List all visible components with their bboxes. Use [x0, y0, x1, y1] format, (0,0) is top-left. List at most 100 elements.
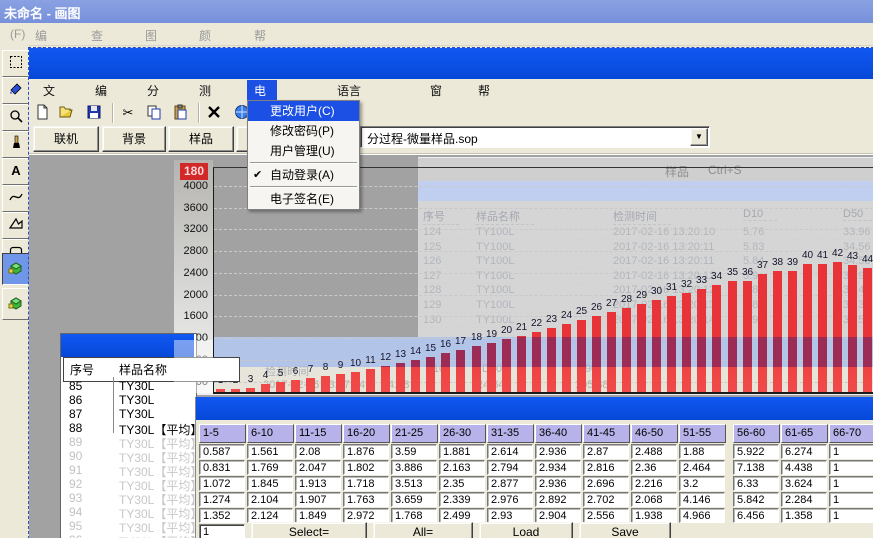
brush-tool[interactable] — [2, 131, 30, 158]
data-cell[interactable]: 1 — [829, 476, 873, 491]
data-cell[interactable]: 5.922 — [733, 444, 779, 459]
select-button[interactable]: Select= — [251, 522, 367, 538]
new-toolbar-button[interactable] — [34, 104, 52, 122]
data-cell[interactable]: 1.938 — [631, 508, 677, 523]
data-cell[interactable]: 6.274 — [781, 444, 827, 459]
app-titlebar[interactable] — [29, 48, 873, 79]
paint-titlebar[interactable]: 未命名 - 画图 — [0, 0, 873, 23]
data-cell[interactable]: 2.488 — [631, 444, 677, 459]
data-cell[interactable]: 1.072 — [199, 476, 245, 491]
paste-toolbar-button[interactable] — [172, 104, 190, 122]
save-button[interactable]: Save — [579, 522, 671, 538]
data-cell[interactable]: 2.35 — [439, 476, 485, 491]
data-cell[interactable]: 1.845 — [247, 476, 293, 491]
data-cell[interactable]: 1.876 — [343, 444, 389, 459]
polygon-tool[interactable] — [2, 212, 30, 239]
data-cell[interactable]: 4.438 — [781, 460, 827, 475]
count-input[interactable]: 1 — [199, 524, 245, 538]
sop-combobox[interactable]: 分过程-微量样品.sop ▼ — [360, 126, 710, 148]
data-cell[interactable]: 2.87 — [583, 444, 629, 459]
data-cell[interactable]: 2.556 — [583, 508, 629, 523]
data-cell[interactable]: 4.146 — [679, 492, 725, 507]
data-cell[interactable]: 1.849 — [295, 508, 341, 523]
esign-menu-item-0[interactable]: 更改用户(C) — [248, 101, 359, 121]
cube-tool-selected[interactable] — [2, 253, 30, 285]
sample-button[interactable]: 样品 — [168, 126, 234, 152]
data-cell[interactable]: 2.892 — [535, 492, 581, 507]
data-cell[interactable]: 2.047 — [295, 460, 341, 475]
data-cell[interactable]: 3.659 — [391, 492, 437, 507]
text-tool[interactable]: A — [2, 158, 30, 185]
cut-toolbar-button[interactable]: ✂ — [120, 104, 138, 122]
data-cell[interactable]: 1.274 — [199, 492, 245, 507]
data-cell[interactable]: 1.907 — [295, 492, 341, 507]
data-cell[interactable]: 2.877 — [487, 476, 533, 491]
data-cell[interactable]: 2.816 — [583, 460, 629, 475]
data-cell[interactable]: 3.59 — [391, 444, 437, 459]
data-cell[interactable]: 2.284 — [781, 492, 827, 507]
data-cell[interactable]: 3.513 — [391, 476, 437, 491]
data-cell[interactable]: 2.93 — [487, 508, 533, 523]
data-cell[interactable]: 4.966 — [679, 508, 725, 523]
select-tool[interactable] — [2, 50, 30, 77]
cube-tool[interactable] — [2, 288, 30, 320]
fill-tool[interactable] — [2, 77, 30, 104]
online-button[interactable]: 联机 — [33, 126, 99, 152]
save-toolbar-button[interactable] — [86, 104, 104, 122]
data-cell[interactable]: 2.934 — [535, 460, 581, 475]
all-button[interactable]: All= — [373, 522, 473, 538]
data-cell[interactable]: 1 — [829, 444, 873, 459]
esign-menu-item-1[interactable]: 修改密码(P) — [248, 121, 359, 141]
data-cell[interactable]: 2.936 — [535, 444, 581, 459]
data-cell[interactable]: 2.068 — [631, 492, 677, 507]
data-cell[interactable]: 1.913 — [295, 476, 341, 491]
chevron-down-icon[interactable]: ▼ — [690, 128, 708, 146]
data-cell[interactable]: 1 — [829, 508, 873, 523]
data-cell[interactable]: 1 — [829, 492, 873, 507]
data-cell[interactable]: 2.976 — [487, 492, 533, 507]
load-button[interactable]: Load — [479, 522, 573, 538]
data-cell[interactable]: 1.763 — [343, 492, 389, 507]
data-cell[interactable]: 1.768 — [391, 508, 437, 523]
data-cell[interactable]: 2.696 — [583, 476, 629, 491]
data-cell[interactable]: 2.702 — [583, 492, 629, 507]
data-cell[interactable]: 1.358 — [781, 508, 827, 523]
data-cell[interactable]: 2.499 — [439, 508, 485, 523]
data-table-titlebar[interactable] — [196, 397, 873, 420]
data-cell[interactable]: 1.802 — [343, 460, 389, 475]
data-cell[interactable]: 2.464 — [679, 460, 725, 475]
data-cell[interactable]: 2.936 — [535, 476, 581, 491]
data-cell[interactable]: 5.842 — [733, 492, 779, 507]
data-cell[interactable]: 3.886 — [391, 460, 437, 475]
data-cell[interactable]: 2.124 — [247, 508, 293, 523]
data-cell[interactable]: 2.339 — [439, 492, 485, 507]
data-cell[interactable]: 1.718 — [343, 476, 389, 491]
data-cell[interactable]: 1.352 — [199, 508, 245, 523]
background-button[interactable]: 背景 — [102, 126, 166, 152]
esign-menu-item-2[interactable]: 用户管理(U) — [248, 141, 359, 161]
data-cell[interactable]: 2.794 — [487, 460, 533, 475]
data-cell[interactable]: 2.163 — [439, 460, 485, 475]
esign-menu-item-6[interactable]: 电子签名(E) — [248, 189, 359, 209]
data-cell[interactable]: 1 — [829, 460, 873, 475]
data-cell[interactable]: 0.831 — [199, 460, 245, 475]
curve-tool[interactable] — [2, 185, 30, 212]
open-toolbar-button[interactable] — [58, 104, 76, 122]
esign-menu-item-4[interactable]: 自动登录(A)✔ — [248, 165, 359, 185]
data-cell[interactable]: 7.138 — [733, 460, 779, 475]
delete-toolbar-button[interactable] — [206, 104, 224, 122]
data-cell[interactable]: 3.624 — [781, 476, 827, 491]
data-cell[interactable]: 2.904 — [535, 508, 581, 523]
data-cell[interactable]: 1.881 — [439, 444, 485, 459]
data-cell[interactable]: 3.2 — [679, 476, 725, 491]
magnifier-tool[interactable] — [2, 104, 30, 131]
copy-toolbar-button[interactable] — [146, 104, 164, 122]
data-cell[interactable]: 1.88 — [679, 444, 725, 459]
data-cell[interactable]: 1.561 — [247, 444, 293, 459]
data-cell[interactable]: 2.104 — [247, 492, 293, 507]
data-cell[interactable]: 2.08 — [295, 444, 341, 459]
data-cell[interactable]: 6.456 — [733, 508, 779, 523]
data-cell[interactable]: 2.614 — [487, 444, 533, 459]
data-cell[interactable]: 1.769 — [247, 460, 293, 475]
data-cell[interactable]: 0.587 — [199, 444, 245, 459]
